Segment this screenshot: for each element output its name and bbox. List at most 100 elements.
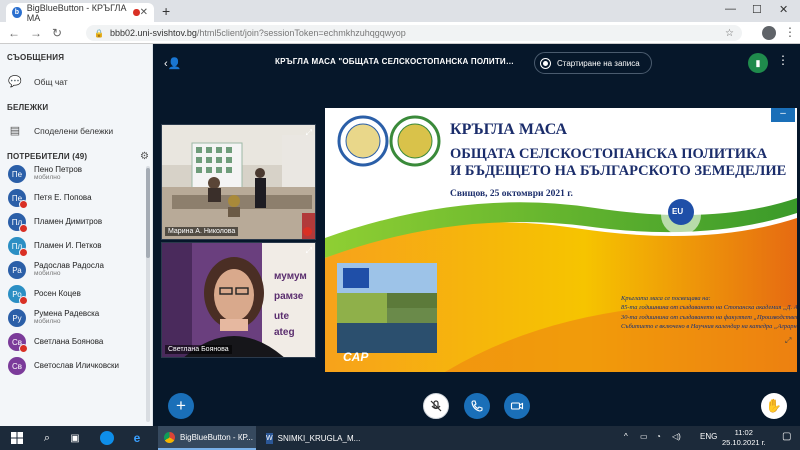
user-initials: Ра: [12, 265, 22, 275]
cap-label: CAP: [343, 350, 369, 364]
input-language[interactable]: ENG: [700, 432, 717, 441]
taskbar-chrome-window[interactable]: BigBlueButton - КР...: [158, 426, 256, 450]
leave-audio-button[interactable]: [464, 393, 490, 419]
user-name: Светлана Боянова: [34, 336, 104, 346]
slide-title-main: КРЪГЛА МАСА: [450, 121, 568, 138]
notifications-icon[interactable]: ▢: [782, 431, 791, 442]
browser-tab-bar: b BigBlueButton - КРЪГЛА МА ✕ + — ☐ ✕: [0, 0, 800, 23]
search-icon[interactable]: ⌕: [34, 426, 60, 450]
user-initials: Пе: [11, 169, 23, 179]
user-avatar: Пл: [8, 213, 28, 233]
start-button[interactable]: [0, 426, 34, 450]
raise-hand-button[interactable]: ✋: [761, 393, 787, 419]
clock-date: 25.10.2021 г.: [722, 438, 766, 448]
user-avatar: Пл: [8, 237, 28, 257]
back-icon[interactable]: ←: [8, 26, 20, 40]
public-chat-item[interactable]: 💬 Общ чат: [8, 75, 68, 88]
browser-tab[interactable]: b BigBlueButton - КРЪГЛА МА ✕: [6, 3, 154, 23]
start-recording-button[interactable]: Стартиране на записа: [534, 52, 652, 74]
slide-note-line: Събитието е включено в Научния календар …: [621, 322, 797, 330]
address-bar-row: ← → ↻ 🔒 bbb02.uni-svishtov.bg /html5clie…: [0, 22, 800, 44]
user-info: Пламен Димитров: [34, 216, 103, 226]
messages-section-title: СЪОБЩЕНИЯ: [7, 53, 65, 62]
lock-icon: 🔒: [94, 28, 104, 38]
show-hidden-icons-icon[interactable]: ^: [624, 432, 628, 441]
user-list-item[interactable]: Ро Росен Коцев: [8, 282, 148, 306]
slide-note-line: Кръглата маса се посвещава на:: [621, 295, 711, 302]
share-webcam-button[interactable]: [504, 393, 530, 419]
user-list-item[interactable]: Св Светослав Иличковски: [8, 354, 148, 378]
user-info: Светлана Боянова: [34, 336, 104, 346]
user-avatar: Пе: [8, 189, 28, 209]
user-name: Пламен Димитров: [34, 216, 103, 226]
bookmark-star-icon[interactable]: ☆: [725, 28, 734, 39]
user-info: Пламен И. Петков: [34, 241, 102, 250]
forward-icon[interactable]: →: [30, 26, 42, 40]
user-device-label: мобилно: [34, 269, 61, 277]
shared-notes-item[interactable]: ▤ Споделени бележки: [8, 124, 113, 137]
video-1-name-label: Марина А. Николова: [165, 227, 239, 236]
user-info: Радослав Радосла мобилно: [34, 261, 104, 277]
video-tile-1[interactable]: Марина А. Николова ⤢: [161, 124, 316, 240]
windows-logo-icon: [11, 432, 23, 444]
slide-note-line: 85-та годишнина от създаването на Стопан…: [621, 304, 797, 312]
document-icon: ▤: [9, 125, 21, 137]
slide-title-line-2: И БЪДЕЩЕТО НА БЪЛГАРСКОТО ЗЕМЕДЕЛИЕ: [450, 162, 787, 179]
fullscreen-video-icon[interactable]: ⤢: [306, 246, 312, 256]
close-tab-icon[interactable]: ✕: [140, 7, 148, 18]
user-list-item[interactable]: Пе Петя Е. Попова: [8, 186, 148, 210]
browser-menu-icon[interactable]: ⋮: [784, 25, 796, 39]
video-tile-2[interactable]: мумум рамзе ute ateg Светлана Боянова ⤢: [161, 242, 316, 358]
muted-badge-icon: [19, 344, 28, 353]
network-icon[interactable]: ▭: [640, 432, 648, 441]
record-dot-icon: [540, 57, 551, 69]
taskbar-word-window[interactable]: W SNIMKI_KRUGLA_M...: [260, 426, 361, 450]
user-list-item[interactable]: Св Светлана Боянова: [8, 330, 148, 354]
video-2-scene: мумум рамзе ute ateg: [162, 243, 315, 357]
user-settings-gear-icon[interactable]: ⚙: [140, 151, 149, 162]
hand-icon: ✋: [765, 398, 783, 413]
taskbar-word-label: SNIMKI_KRUGLA_M...: [277, 433, 361, 443]
system-clock[interactable]: 11:02 25.10.2021 г.: [722, 428, 766, 448]
task-view-icon[interactable]: ▣: [62, 426, 88, 450]
muted-badge-icon: [19, 296, 28, 305]
user-list-item[interactable]: Ра Радослав Радосла мобилно: [8, 258, 148, 282]
mute-microphone-button[interactable]: [423, 393, 449, 419]
url-field[interactable]: 🔒 bbb02.uni-svishtov.bg /html5client/joi…: [86, 25, 742, 41]
bbb-favicon-icon: b: [12, 7, 22, 18]
new-tab-icon[interactable]: +: [162, 3, 170, 19]
user-list-item[interactable]: Ру Румена Радевска мобилно: [8, 306, 148, 330]
url-host: bbb02.uni-svishtov.bg: [109, 28, 197, 38]
user-list-item[interactable]: Пл Пламен И. Петков: [8, 234, 148, 258]
user-avatar: Пе: [8, 165, 26, 183]
user-list-item[interactable]: Пе Пено Петров мобилно: [8, 162, 148, 186]
shared-notes-label: Споделени бележки: [34, 125, 114, 136]
reload-icon[interactable]: ↻: [52, 26, 62, 40]
users-section-title: ПОТРЕБИТЕЛИ (49): [7, 152, 88, 161]
actions-plus-button[interactable]: +: [168, 393, 194, 419]
edge-browser-icon[interactable]: e: [124, 426, 150, 450]
profile-avatar-icon[interactable]: [762, 26, 776, 40]
teamviewer-icon[interactable]: [94, 426, 120, 450]
minimize-window-icon[interactable]: —: [725, 3, 736, 15]
phone-icon: [471, 400, 483, 412]
fullscreen-video-icon[interactable]: ⤢: [306, 128, 312, 138]
user-avatar: Ро: [8, 285, 28, 305]
user-info: Пено Петров мобилно: [34, 165, 82, 181]
user-list-scroll-thumb[interactable]: [146, 168, 150, 258]
slide-date: Свищов, 25 октомври 2021 г.: [450, 189, 573, 199]
slide-note-line: 30-та годишнина от създаването на факулт…: [621, 313, 797, 321]
svg-text:мумум: мумум: [274, 271, 307, 282]
minimize-presentation-button[interactable]: –: [771, 108, 795, 122]
volume-icon[interactable]: ◁): [672, 432, 681, 441]
wifi-icon[interactable]: ◔: [656, 432, 661, 441]
options-menu-icon[interactable]: ⋮: [777, 53, 789, 67]
toggle-userlist-icon[interactable]: ‹👤: [164, 57, 181, 70]
connection-status-icon[interactable]: ▮: [748, 53, 768, 73]
slide-title-sub: ОБЩАТА СЕЛСКОСТОПАНСКА ПОЛИТИКА И БЪДЕЩЕ…: [450, 146, 786, 179]
start-recording-label: Стартиране на записа: [557, 58, 640, 68]
close-window-icon[interactable]: ✕: [779, 3, 788, 16]
fullscreen-slide-icon[interactable]: ⤢: [785, 336, 791, 346]
user-list-item[interactable]: Пл Пламен Димитров: [8, 210, 148, 234]
maximize-window-icon[interactable]: ☐: [752, 3, 762, 16]
